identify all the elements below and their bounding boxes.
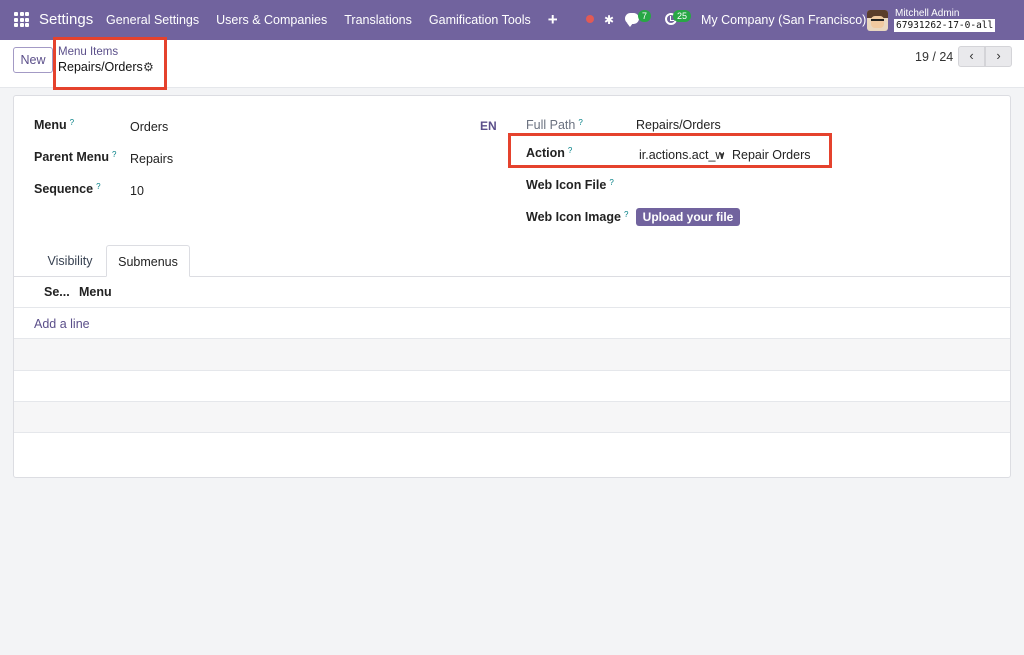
- new-button[interactable]: New: [13, 47, 53, 73]
- full-path-label: Full Path?: [526, 118, 583, 132]
- pager-next-button[interactable]: ›: [985, 46, 1012, 67]
- table-divider: [14, 370, 1010, 371]
- table-divider: [14, 432, 1010, 433]
- table-divider: [14, 307, 1010, 308]
- plus-icon[interactable]: +: [548, 11, 558, 28]
- sequence-field[interactable]: 10: [130, 184, 144, 198]
- pager-previous-button[interactable]: ‹: [958, 46, 985, 67]
- user-avatar[interactable]: [867, 10, 888, 31]
- menu-users-companies[interactable]: Users & Companies: [216, 13, 327, 27]
- language-toggle[interactable]: EN: [480, 119, 497, 133]
- menu-gamification-tools[interactable]: Gamification Tools: [429, 13, 531, 27]
- messages-icon[interactable]: [625, 13, 639, 27]
- tab-visibility[interactable]: Visibility: [34, 245, 106, 277]
- menu-translations[interactable]: Translations: [344, 13, 412, 27]
- table-row: [14, 402, 1010, 433]
- upload-file-button[interactable]: Upload your file: [636, 208, 740, 226]
- parent-menu-field[interactable]: Repairs: [130, 152, 173, 166]
- debug-bug-icon[interactable]: ✱: [604, 13, 614, 27]
- menu-general-settings[interactable]: General Settings: [106, 13, 199, 27]
- table-row: [14, 339, 1010, 370]
- pager-value[interactable]: 19 / 24: [915, 50, 953, 64]
- column-header-sequence[interactable]: Se...: [44, 285, 70, 299]
- control-panel: New Menu Items Repairs/Orders ⚙ 19 / 24 …: [0, 37, 1024, 90]
- highlight-box-breadcrumb: [53, 37, 167, 90]
- main-menu: General Settings Users & Companies Trans…: [106, 11, 575, 28]
- top-navbar: Settings General Settings Users & Compan…: [0, 0, 1024, 40]
- web-icon-image-label: Web Icon Image?: [526, 210, 629, 224]
- tab-submenus[interactable]: Submenus: [106, 245, 190, 277]
- parent-menu-label: Parent Menu?: [34, 150, 117, 164]
- highlight-box-action: [508, 133, 832, 168]
- database-name: 67931262-17-0-all: [894, 19, 996, 32]
- company-switcher[interactable]: My Company (San Francisco): [701, 13, 866, 27]
- apps-menu-icon[interactable]: [14, 12, 29, 27]
- menu-field[interactable]: Orders: [130, 120, 168, 134]
- messages-count-badge: 7: [638, 10, 652, 22]
- sequence-label: Sequence?: [34, 182, 101, 196]
- activities-count-badge: 25: [673, 10, 692, 22]
- app-name[interactable]: Settings: [39, 11, 93, 28]
- full-path-value: Repairs/Orders: [636, 118, 721, 132]
- add-line-link[interactable]: Add a line: [34, 317, 90, 331]
- record-status-dot-icon[interactable]: [586, 15, 594, 23]
- column-header-menu[interactable]: Menu: [79, 285, 112, 299]
- web-icon-file-label: Web Icon File?: [526, 178, 614, 192]
- menu-label: Menu?: [34, 118, 75, 132]
- user-name[interactable]: Mitchell Admin: [895, 8, 959, 19]
